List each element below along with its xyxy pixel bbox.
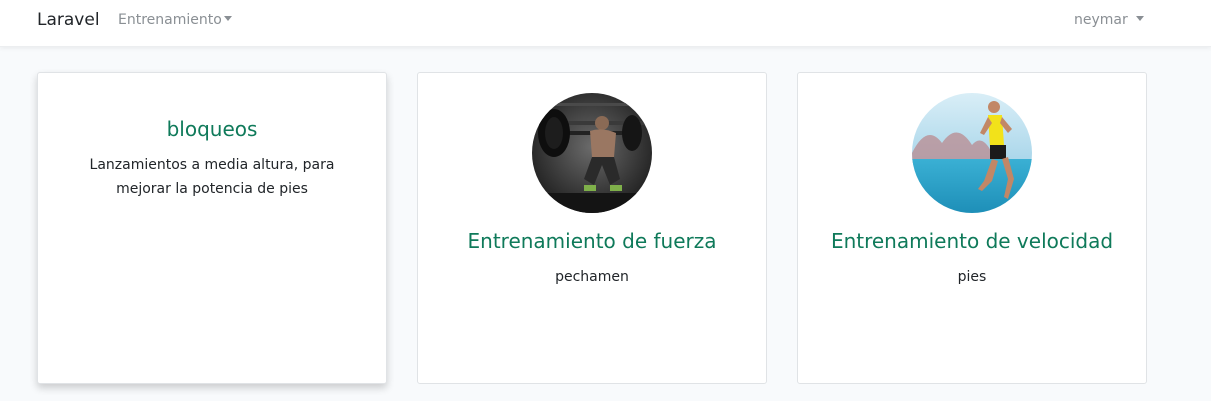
training-card-bloqueos[interactable]: bloqueos Lanzamientos a media altura, pa…: [37, 72, 387, 384]
caret-down-icon: [1135, 16, 1144, 21]
card-description: pies: [957, 269, 987, 285]
entrenamiento-dropdown-label: Entrenamiento: [118, 12, 222, 28]
user-dropdown-label: neymar: [1074, 12, 1128, 28]
card-description: pechamen: [555, 269, 629, 285]
user-dropdown[interactable]: neymar: [1074, 12, 1144, 28]
training-card-fuerza[interactable]: Entrenamiento de fuerza pechamen: [417, 72, 767, 384]
caret-down-icon: [223, 16, 232, 21]
card-title: Entrenamiento de velocidad: [830, 229, 1114, 253]
runner-photo: [912, 93, 1032, 213]
weightlifter-photo: [532, 93, 652, 213]
training-card-velocidad[interactable]: Entrenamiento de velocidad pies: [797, 72, 1147, 384]
entrenamiento-dropdown[interactable]: Entrenamiento: [118, 12, 232, 28]
navbar: Laravel Entrenamiento neymar: [0, 0, 1211, 47]
brand-link[interactable]: Laravel: [37, 10, 100, 30]
card-title: bloqueos: [166, 117, 258, 141]
card-title: Entrenamiento de fuerza: [467, 229, 717, 253]
card-description: Lanzamientos a media altura, para mejora…: [89, 157, 335, 197]
